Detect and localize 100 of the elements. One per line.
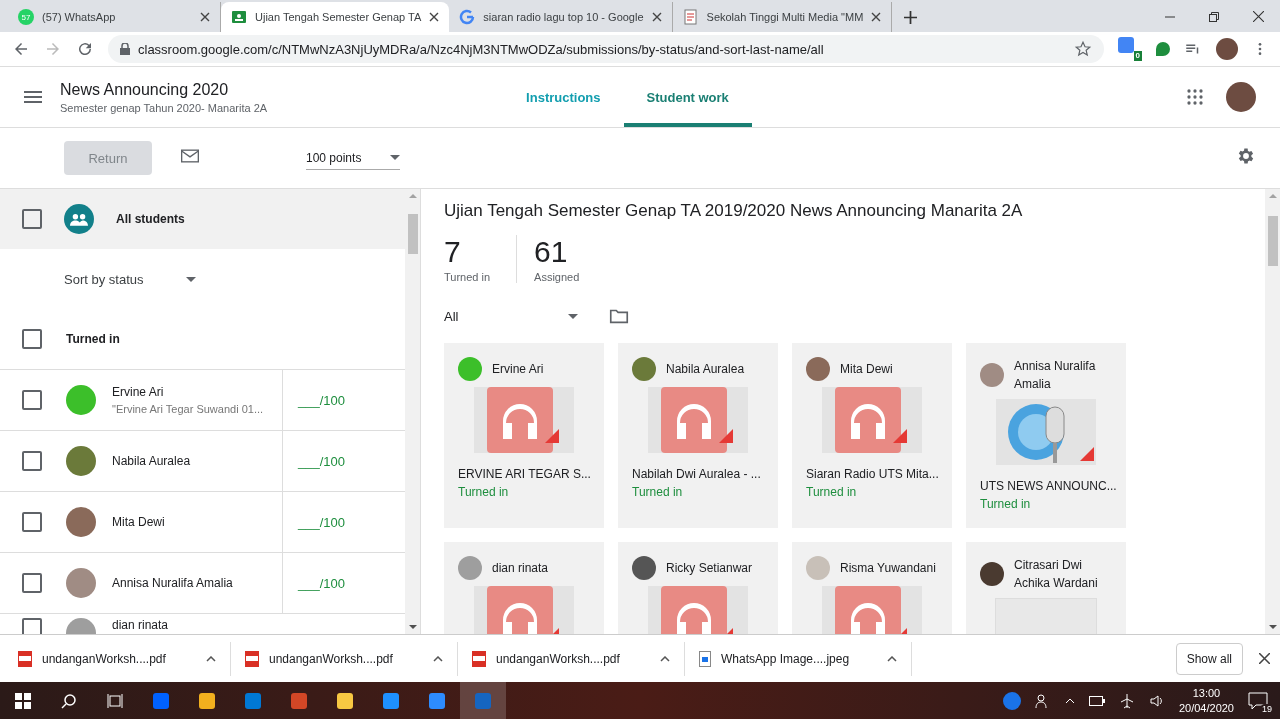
file-name[interactable]: Siaran Radio UTS Mita... [806, 467, 938, 481]
checkbox[interactable] [22, 329, 42, 349]
profile-avatar[interactable] [1226, 82, 1256, 112]
airplane-icon[interactable] [1118, 692, 1135, 709]
checkbox[interactable] [22, 512, 42, 532]
chevron-up-icon[interactable] [660, 655, 670, 662]
caret-icon [390, 155, 400, 160]
checkbox[interactable] [22, 209, 42, 229]
student-name: Mita Dewi [840, 361, 893, 378]
file-name[interactable]: ERVINE ARI TEGAR S... [458, 467, 590, 481]
windows-logo-icon[interactable] [15, 692, 31, 709]
all-students-label[interactable]: All students [116, 212, 185, 226]
scrollbar-thumb[interactable] [1267, 216, 1278, 266]
submission-card[interactable]: Mita Dewi Siaran Radio UTS Mita... Turned in [792, 343, 952, 528]
checkbox[interactable] [22, 390, 42, 410]
scroll-down-icon[interactable] [1268, 625, 1277, 629]
chevron-up-icon[interactable] [433, 655, 443, 662]
student-name[interactable]: Ervine Ari [112, 385, 264, 399]
stat-label: Assigned [534, 271, 580, 283]
chat-bubble-icon: 57 [18, 9, 34, 25]
caret-icon [568, 313, 578, 319]
download-item[interactable]: WhatsApp Image....jpeg [699, 641, 912, 676]
plus-icon[interactable] [904, 10, 918, 24]
student-name: Nabila Auralea [666, 361, 745, 378]
nav-tab[interactable]: Student work [623, 67, 752, 127]
browser-tab[interactable]: Ujian Tengah Semester Genap TA [221, 2, 450, 32]
star-icon[interactable] [1074, 40, 1092, 58]
reload-icon[interactable] [76, 40, 94, 58]
caret-icon [186, 276, 196, 282]
chevron-up-icon[interactable] [887, 655, 897, 662]
student-name: Citrasari Dwi Achika Wardani [1014, 557, 1099, 592]
close-icon[interactable] [1252, 11, 1264, 22]
image-file-icon [699, 650, 711, 667]
checkbox[interactable] [22, 451, 42, 471]
download-item[interactable]: undanganWorksh....pdf [245, 641, 458, 676]
battery-icon[interactable] [1088, 695, 1105, 706]
submission-card[interactable]: Annisa Nuralifa Amalia UTS NEWS ANNOUNC... Turned in [966, 343, 1126, 528]
extension-leaf-icon[interactable] [1156, 42, 1170, 56]
stat-label: Turned in [444, 271, 491, 283]
pdf-file-icon [472, 650, 486, 667]
lock-icon [120, 43, 130, 55]
download-item[interactable]: undanganWorksh....pdf [472, 641, 685, 676]
private-comment: "Ervine Ari Tegar Suwandi 01... [112, 403, 264, 415]
close-icon[interactable] [200, 12, 210, 22]
document-icon [682, 9, 699, 25]
submission-card[interactable]: Risma Yuwandani [792, 542, 952, 634]
student-name[interactable]: dian rinata [112, 618, 169, 632]
close-icon[interactable] [1259, 653, 1270, 664]
menu-icon[interactable] [24, 91, 42, 103]
browser-tab[interactable]: siaran radio lagu top 10 - Google [449, 2, 673, 32]
grade-field[interactable]: ___/100 [282, 553, 345, 613]
assignment-title: Ujian Tengah Semester Genap TA 2019/2020 News Announcing Manarita 2A [444, 201, 1024, 221]
classroom-icon [231, 9, 247, 25]
show-all-button[interactable]: Show all [1175, 642, 1243, 675]
search-icon[interactable] [61, 692, 77, 709]
group-icon [70, 212, 88, 226]
profile-avatar[interactable] [1216, 38, 1238, 60]
grade-field[interactable]: ___/100 [282, 370, 345, 430]
close-icon[interactable] [429, 12, 440, 22]
clock[interactable]: 13:00 20/04/2020 [1178, 685, 1234, 716]
taskbar-app-icon[interactable] [197, 690, 217, 711]
submission-card[interactable]: dian rinata [444, 542, 604, 634]
points-dropdown[interactable]: 100 points [306, 146, 400, 170]
headphones-file-icon [487, 387, 561, 453]
close-icon[interactable] [651, 12, 662, 22]
submission-status: Turned in [458, 485, 510, 499]
student-name[interactable]: Nabila Auralea [112, 454, 191, 468]
task-view-icon[interactable] [107, 692, 123, 709]
student-name[interactable]: Annisa Nuralifa Amalia [112, 576, 233, 590]
speaker-icon[interactable] [1148, 692, 1165, 709]
sort-dropdown[interactable]: Sort by status [64, 271, 186, 287]
filter-dropdown[interactable]: All [444, 308, 578, 324]
close-icon[interactable] [871, 12, 882, 22]
stat-count: 7 [444, 235, 462, 269]
restore-icon[interactable] [1209, 12, 1219, 22]
grade-field[interactable]: ___/100 [282, 492, 345, 552]
submission-card[interactable]: Citrasari Dwi Achika Wardani [966, 542, 1126, 634]
headphones-file-icon [661, 387, 735, 453]
grade-field[interactable]: ___/100 [282, 431, 345, 491]
apps-grid-icon[interactable] [1186, 88, 1204, 106]
browser-tab[interactable]: Sekolah Tinggi Multi Media "MM [672, 2, 893, 32]
section-heading: Turned in [66, 332, 120, 346]
student-name: Risma Yuwandani [840, 560, 936, 577]
taskbar-app-icon[interactable] [335, 690, 355, 711]
checkbox[interactable] [22, 573, 42, 593]
taskbar-app-icon[interactable] [381, 690, 401, 711]
download-item[interactable]: undanganWorksh....pdf [18, 641, 231, 676]
scrollbar-thumb[interactable] [407, 214, 418, 254]
taskbar-app-icon[interactable] [427, 690, 447, 711]
stat-count: 61 [534, 235, 569, 269]
submission-status: Turned in [632, 485, 684, 499]
settings-icon[interactable] [1236, 146, 1256, 166]
student-name: Ricky Setianwar [666, 560, 753, 577]
submission-card[interactable]: Ervine Ari ERVINE ARI TEGAR S... Turned in [444, 343, 604, 528]
student-name[interactable]: Mita Dewi [112, 515, 165, 529]
submission-card[interactable]: Ricky Setianwar [618, 542, 778, 634]
file-name[interactable]: Nabilah Dwi Auralea - ... [632, 467, 764, 481]
chevron-up-icon[interactable] [206, 655, 216, 662]
scroll-down-icon[interactable] [408, 625, 417, 629]
submission-card[interactable]: Nabila Auralea Nabilah Dwi Auralea - ... Turned in [618, 343, 778, 528]
